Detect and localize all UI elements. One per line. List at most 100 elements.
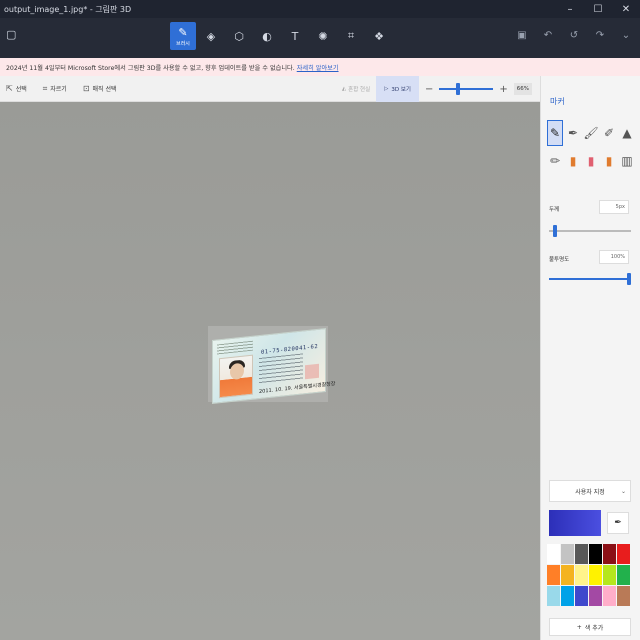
tab-3d-library[interactable]: ❖ bbox=[366, 22, 392, 50]
mixed-reality-icon: ◭ bbox=[341, 86, 347, 92]
color-swatch[interactable] bbox=[589, 544, 602, 564]
color-swatch[interactable] bbox=[603, 586, 616, 606]
card-header-text bbox=[217, 340, 253, 355]
color-swatch[interactable] bbox=[561, 544, 574, 564]
color-swatch[interactable] bbox=[561, 565, 574, 585]
select-label: 선택 bbox=[15, 86, 27, 93]
calligraphy-pen-icon[interactable]: ✒ bbox=[565, 120, 581, 146]
oil-brush-icon[interactable]: 🖌 bbox=[583, 120, 599, 146]
color-swatch[interactable] bbox=[575, 544, 588, 564]
view-3d-button[interactable]: ▷ 3D 보기 bbox=[376, 76, 419, 102]
paste-icon[interactable]: ▣ bbox=[516, 30, 528, 41]
tab-stickers[interactable]: ◐ bbox=[254, 22, 280, 50]
library-icon: ❖ bbox=[374, 29, 384, 43]
color-swatch[interactable] bbox=[547, 586, 560, 606]
redo-icon[interactable]: ↷ bbox=[594, 30, 606, 41]
text-icon: T bbox=[291, 29, 299, 43]
spray-icon[interactable]: ▮ bbox=[601, 148, 617, 174]
thickness-slider-thumb[interactable] bbox=[552, 225, 557, 237]
more-icon[interactable]: ⌄ bbox=[620, 30, 632, 41]
color-swatch[interactable] bbox=[547, 565, 560, 585]
add-color-button[interactable]: + 색 추가 bbox=[549, 618, 631, 636]
plus-icon: + bbox=[576, 623, 582, 631]
card-details bbox=[259, 353, 303, 385]
pencil-icon[interactable]: ✏ bbox=[547, 148, 563, 174]
maximize-icon[interactable]: ☐ bbox=[584, 0, 612, 18]
card-stamp bbox=[305, 363, 319, 380]
zoom-out-button[interactable]: − bbox=[425, 84, 433, 95]
color-swatch[interactable] bbox=[575, 565, 588, 585]
magic-select-button[interactable]: ⊡ 매직 선택 bbox=[83, 84, 117, 93]
paint3d-window: output_image_1.jpg* - 그림판 3D – ☐ ✕ ▢ ✎ 브… bbox=[0, 0, 640, 640]
color-swatch[interactable] bbox=[589, 586, 602, 606]
tab-text[interactable]: T bbox=[282, 22, 308, 50]
brush-grid: ✎ ✒ 🖌 ✐ ▲ ✏ ▮ ▮ ▮ ▥ bbox=[547, 120, 635, 174]
color-swatch[interactable] bbox=[603, 544, 616, 564]
fill-icon[interactable]: ▥ bbox=[619, 148, 635, 174]
crop-button[interactable]: ⌗ 자르기 bbox=[43, 84, 67, 94]
eraser-icon[interactable]: ▮ bbox=[565, 148, 581, 174]
add-color-label: 색 추가 bbox=[584, 624, 604, 632]
tab-effects[interactable]: ✺ bbox=[310, 22, 336, 50]
magic-select-label: 매직 선택 bbox=[92, 86, 117, 93]
notice-text: 2024년 11월 4일부터 Microsoft Store에서 그림판 3D를… bbox=[6, 64, 295, 72]
tool-tabs: ✎ 브러시 ◈ ⬡ ◐ T ✺ ⌗ ❖ bbox=[170, 22, 392, 50]
eyedropper-icon[interactable]: ✒ bbox=[607, 512, 629, 534]
opacity-label: 불투명도 bbox=[549, 257, 570, 263]
deprecation-notice: 2024년 11월 4일부터 Microsoft Store에서 그림판 3D를… bbox=[0, 58, 640, 76]
crayon-icon[interactable]: ▮ bbox=[583, 148, 599, 174]
sticker-icon: ◐ bbox=[262, 29, 272, 43]
tab-brushes-label: 브러시 bbox=[176, 40, 190, 47]
canvas-icon: ⌗ bbox=[347, 29, 355, 42]
current-color[interactable] bbox=[549, 510, 601, 536]
crop-label: 자르기 bbox=[50, 86, 67, 93]
opacity-slider[interactable] bbox=[549, 273, 631, 285]
card-photo bbox=[219, 354, 253, 399]
zoom-in-button[interactable]: + bbox=[499, 84, 507, 95]
brush-panel: 마커 ✎ ✒ 🖌 ✐ ▲ ✏ ▮ ▮ ▮ ▥ 두께 5px 불투명도 100% 사용자 지정 ⌄ … bbox=[540, 76, 640, 640]
drawing-canvas[interactable]: 01-75-820041-62 2011. 10. 19. 서울특별시경찰청장 bbox=[0, 102, 540, 640]
shapes3d-icon: ⬡ bbox=[234, 29, 244, 43]
select-button[interactable]: ⇱ 선택 bbox=[6, 84, 27, 93]
main-toolbar: ▢ ✎ 브러시 ◈ ⬡ ◐ T ✺ ⌗ ❖ ▣ ↶ ↺ ↷ ⌄ bbox=[0, 18, 640, 58]
zoom-slider-thumb[interactable] bbox=[455, 83, 460, 95]
menu-icon[interactable]: ▢ bbox=[6, 28, 20, 42]
crop-icon: ⌗ bbox=[42, 83, 48, 93]
opacity-slider-thumb[interactable] bbox=[627, 273, 631, 285]
tab-brushes[interactable]: ✎ 브러시 bbox=[170, 22, 196, 50]
effects-icon: ✺ bbox=[318, 29, 328, 43]
color-swatch[interactable] bbox=[603, 565, 616, 585]
minimize-icon[interactable]: – bbox=[556, 0, 584, 18]
zoom-slider[interactable] bbox=[439, 83, 494, 95]
opacity-input[interactable]: 100% bbox=[599, 250, 629, 264]
color-swatch[interactable] bbox=[575, 586, 588, 606]
undo-icon[interactable]: ↶ bbox=[542, 30, 554, 41]
thickness-slider[interactable] bbox=[549, 225, 631, 237]
mixed-reality-label: 혼합 현실 bbox=[348, 87, 371, 93]
mixed-reality-button[interactable]: ◭ 혼합 현실 bbox=[342, 85, 370, 93]
pixel-pen-icon[interactable]: ▲ bbox=[619, 120, 635, 146]
window-title: output_image_1.jpg* - 그림판 3D bbox=[4, 4, 132, 14]
tab-2d-shapes[interactable]: ◈ bbox=[198, 22, 224, 50]
color-swatch[interactable] bbox=[561, 586, 574, 606]
color-swatch[interactable] bbox=[617, 544, 630, 564]
view-3d-icon: ▷ bbox=[384, 86, 389, 92]
tab-canvas[interactable]: ⌗ bbox=[338, 22, 364, 50]
watercolor-icon[interactable]: ✐ bbox=[601, 120, 617, 146]
color-mode-dropdown[interactable]: 사용자 지정 ⌄ bbox=[549, 480, 631, 502]
color-swatch[interactable] bbox=[617, 565, 630, 585]
notice-link[interactable]: 자세히 알아보기 bbox=[297, 63, 339, 72]
close-icon[interactable]: ✕ bbox=[612, 0, 640, 18]
color-swatch[interactable] bbox=[547, 544, 560, 564]
id-card-image[interactable]: 01-75-820041-62 2011. 10. 19. 서울특별시경찰청장 bbox=[208, 326, 335, 404]
tab-3d-shapes[interactable]: ⬡ bbox=[226, 22, 252, 50]
history-icon[interactable]: ↺ bbox=[568, 30, 580, 41]
photo-face bbox=[230, 362, 244, 381]
marker-icon[interactable]: ✎ bbox=[547, 120, 563, 146]
color-swatch[interactable] bbox=[617, 586, 630, 606]
brush-icon: ✎ bbox=[178, 25, 188, 39]
thickness-input[interactable]: 5px bbox=[599, 200, 629, 214]
zoom-value[interactable]: 66% bbox=[513, 83, 532, 95]
selection-toolbar: ⇱ 선택 ⌗ 자르기 ⊡ 매직 선택 ◭ 혼합 현실 ▷ 3D 보기 − + 6… bbox=[0, 76, 540, 102]
color-swatch[interactable] bbox=[589, 565, 602, 585]
